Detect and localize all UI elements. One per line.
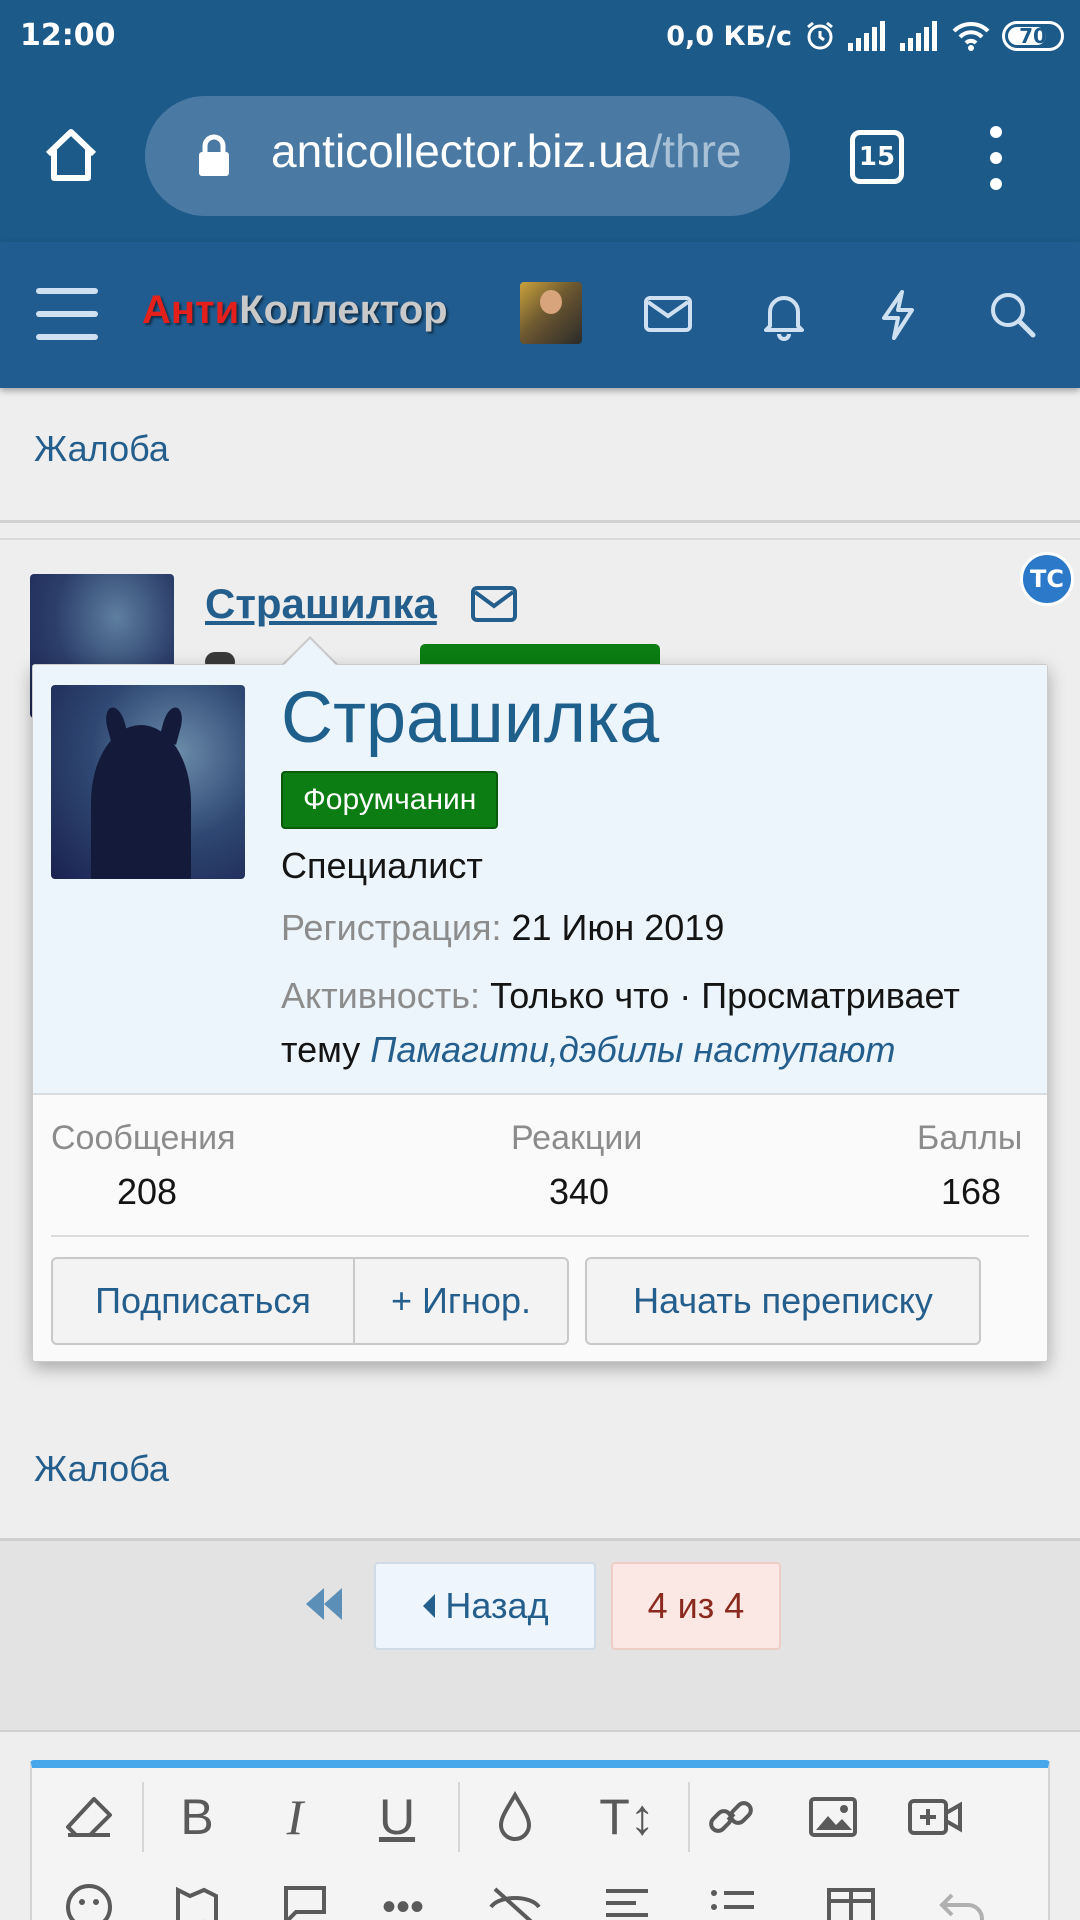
hide-icon[interactable] xyxy=(480,1872,550,1920)
stat-reactions-value: 340 xyxy=(549,1171,610,1212)
home-icon[interactable] xyxy=(40,124,102,186)
table-icon[interactable] xyxy=(816,1872,886,1920)
image-icon[interactable] xyxy=(798,1782,868,1852)
mail-icon[interactable] xyxy=(470,585,518,623)
logo-part-collector: Коллектор xyxy=(239,288,448,332)
network-speed: 0,0 КБ/с xyxy=(666,20,792,52)
url-path: /thre xyxy=(649,125,742,177)
follow-button[interactable]: Подписаться xyxy=(51,1257,355,1345)
member-title: Специалист xyxy=(281,845,483,886)
status-indicators: 0,0 КБ/с 70 xyxy=(666,14,1064,58)
topic-starter-badge: ТС xyxy=(1020,552,1074,606)
signal-icon xyxy=(900,21,937,51)
tab-switcher-button[interactable]: 15 xyxy=(850,130,904,184)
chevron-left-icon xyxy=(423,1594,436,1618)
stat-points-label: Баллы xyxy=(917,1119,1023,1157)
complaint-link[interactable]: Жалоба xyxy=(34,1448,169,1490)
previous-page-label: Назад xyxy=(445,1585,549,1626)
member-registration: Регистрация: 21 Июн 2019 xyxy=(281,907,724,949)
stat-reactions-label: Реакции xyxy=(511,1119,643,1157)
toolbar-row-2: ••• xyxy=(32,1872,1052,1920)
wifi-icon xyxy=(952,21,990,51)
stat-messages-label: Сообщения xyxy=(51,1119,236,1157)
avatar[interactable] xyxy=(520,282,582,344)
menu-icon[interactable] xyxy=(36,288,98,340)
page-indicator-button[interactable]: 4 из 4 xyxy=(611,1562,781,1650)
status-bar: 12:00 0,0 КБ/с 70 xyxy=(0,0,1080,74)
divider xyxy=(0,538,1080,540)
bold-icon[interactable]: B xyxy=(162,1782,232,1852)
activity-prefix: тему xyxy=(281,1029,361,1070)
battery-icon: 70 xyxy=(1002,21,1064,51)
search-icon[interactable] xyxy=(984,286,1040,342)
stat-messages-value: 208 xyxy=(117,1171,178,1212)
url-host: anticollector.biz.ua xyxy=(271,125,650,177)
lightning-icon[interactable] xyxy=(870,286,926,342)
post-author-name[interactable]: Страшилка xyxy=(205,580,437,628)
alarm-icon xyxy=(807,21,833,50)
align-icon[interactable] xyxy=(592,1872,662,1920)
more-icon[interactable]: ••• xyxy=(368,1872,438,1920)
signal-icon xyxy=(848,21,885,51)
underline-icon[interactable]: U xyxy=(362,1782,432,1852)
member-tooltip-header: Страшилка Форумчанин Специалист Регистра… xyxy=(33,665,1047,1095)
editor-toolbar: B I U T↕ ••• xyxy=(30,1760,1050,1920)
color-drop-icon[interactable] xyxy=(480,1782,550,1852)
media-icon[interactable] xyxy=(162,1872,232,1920)
divider xyxy=(51,1235,1029,1237)
site-header: АнтиКоллектор xyxy=(0,242,1080,388)
start-conversation-button[interactable]: Начать переписку xyxy=(585,1257,981,1345)
stat-points-value: 168 xyxy=(941,1171,1002,1212)
link-icon[interactable] xyxy=(696,1782,766,1852)
member-name[interactable]: Страшилка xyxy=(281,677,659,759)
bell-icon[interactable] xyxy=(756,286,812,342)
font-size-icon[interactable]: T↕ xyxy=(584,1782,670,1852)
status-time: 12:00 xyxy=(20,18,116,53)
video-icon[interactable] xyxy=(900,1782,970,1852)
eraser-icon[interactable] xyxy=(54,1782,124,1852)
previous-page-button[interactable]: Назад xyxy=(374,1562,596,1650)
registration-value: 21 Июн 2019 xyxy=(511,907,725,948)
address-bar[interactable]: anticollector.biz.ua/thre xyxy=(145,96,790,216)
list-icon[interactable] xyxy=(698,1872,768,1920)
lock-icon xyxy=(199,134,229,176)
first-page-icon[interactable] xyxy=(302,1584,346,1624)
member-tooltip: Страшилка Форумчанин Специалист Регистра… xyxy=(32,664,1048,1362)
popup-arrow-fill xyxy=(282,639,338,667)
italic-icon[interactable]: I xyxy=(260,1782,330,1852)
logo-part-anti: Анти xyxy=(142,288,240,332)
url-text: anticollector.biz.ua/thre xyxy=(271,124,742,178)
site-logo[interactable]: АнтиКоллектор xyxy=(142,288,448,333)
activity-label: Активность: xyxy=(281,975,481,1016)
divider xyxy=(0,520,1080,523)
battery-level: 70 xyxy=(1019,24,1047,48)
registration-label: Регистрация: xyxy=(281,907,502,948)
member-activity: Активность: Только что · Просматривает т… xyxy=(281,969,1031,1077)
complaint-link[interactable]: Жалоба xyxy=(34,428,169,470)
browser-toolbar: anticollector.biz.ua/thre 15 xyxy=(0,74,1080,242)
browser-menu-icon[interactable] xyxy=(988,126,1004,190)
undo-icon[interactable] xyxy=(928,1872,998,1920)
activity-value: Только что · Просматривает xyxy=(490,975,960,1016)
mail-icon[interactable] xyxy=(640,286,696,342)
divider xyxy=(0,1730,1080,1732)
member-banner: Форумчанин xyxy=(281,771,499,829)
activity-thread-link[interactable]: Памагити,дэбилы наступают xyxy=(370,1029,895,1070)
ignore-button[interactable]: + Игнор. xyxy=(353,1257,569,1345)
member-avatar[interactable] xyxy=(51,685,245,879)
toolbar-row-1: B I U T↕ xyxy=(32,1782,1052,1872)
smiley-icon[interactable] xyxy=(54,1872,124,1920)
quote-icon[interactable] xyxy=(270,1872,340,1920)
